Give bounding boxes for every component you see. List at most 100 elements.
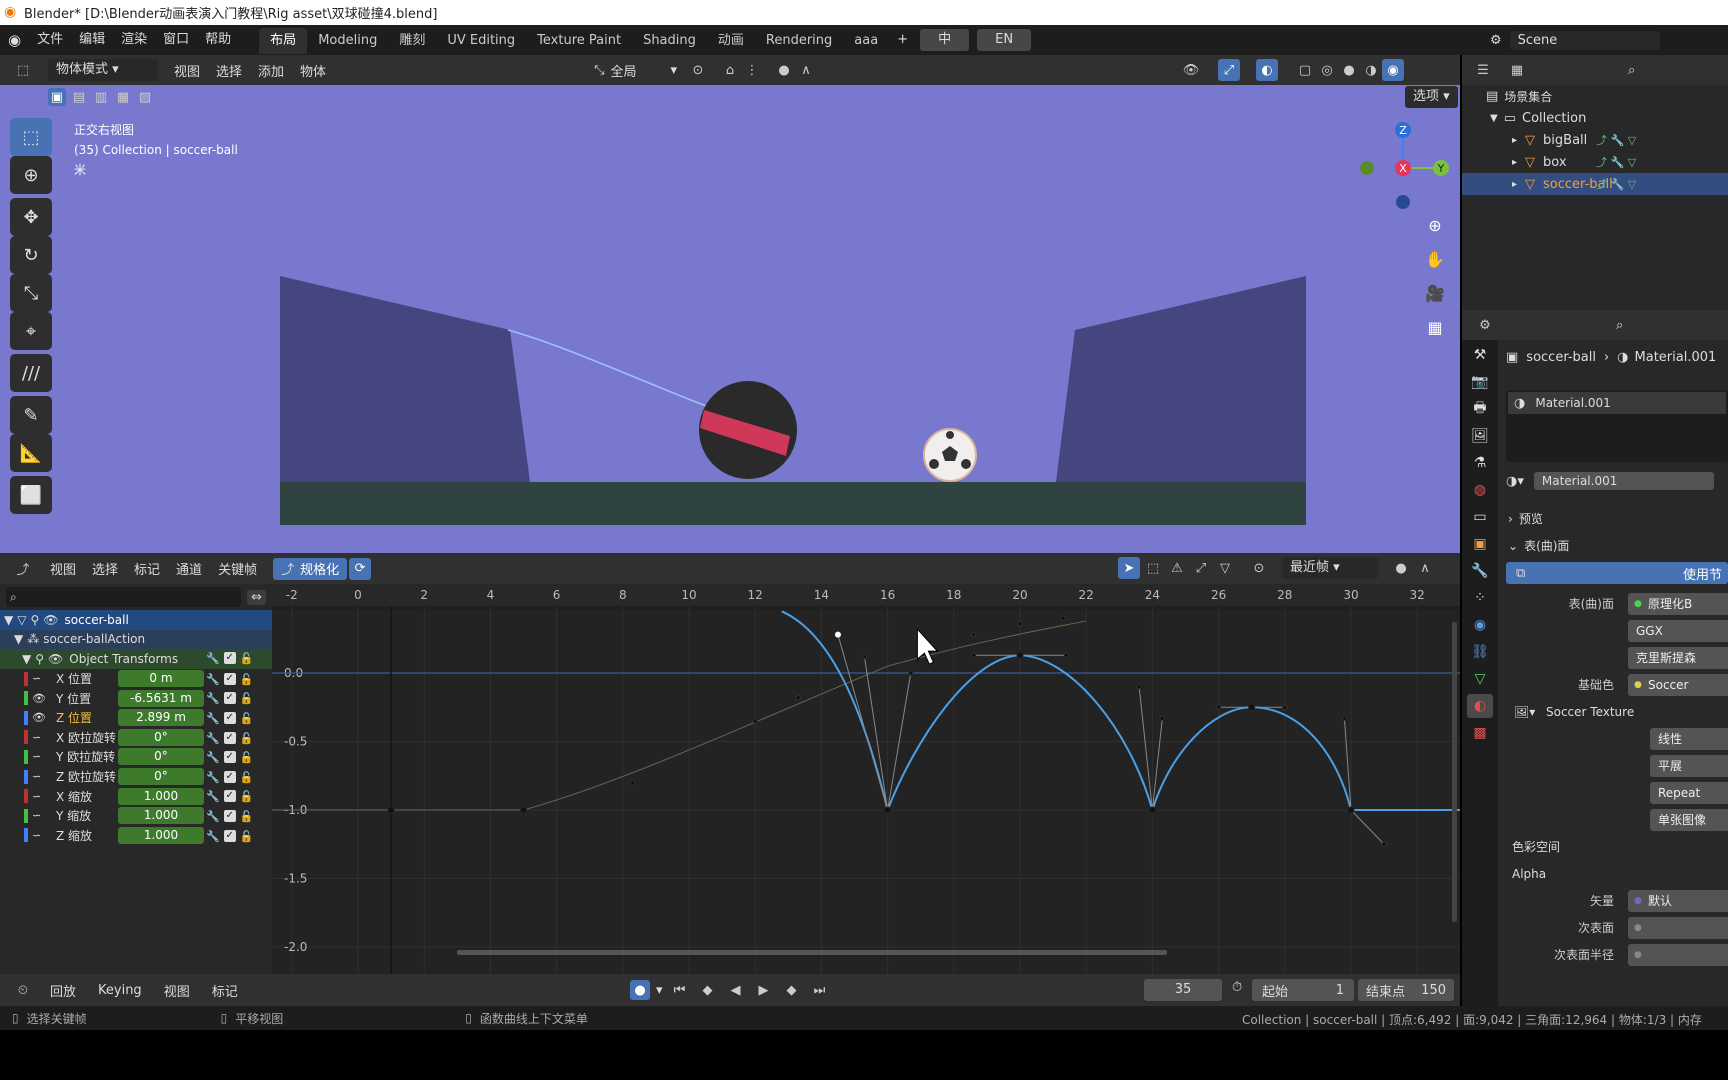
particles-tab-icon[interactable]: ⁘ <box>1467 586 1493 610</box>
texture-option-field[interactable]: 线性 <box>1650 727 1728 750</box>
outliner-collection[interactable]: ▼ ▭ Collection <box>1462 107 1728 129</box>
pin-icon[interactable]: ⚲ <box>35 652 44 666</box>
pivot-icon[interactable]: ⊙ <box>687 59 709 81</box>
keying-dropdown-icon[interactable]: ▾ <box>656 983 663 998</box>
material-slot[interactable]: ◑ Material.001 <box>1508 392 1726 414</box>
outliner-item[interactable]: ▸ ▽ box ⤴ 🔧 ▽ <box>1462 151 1728 173</box>
lock-icon[interactable]: 🔓 <box>240 732 254 745</box>
pin-icon[interactable]: ⚲ <box>30 613 39 627</box>
checkbox[interactable]: ✓ <box>223 672 236 685</box>
horizontal-scrollbar[interactable] <box>457 950 1167 955</box>
measure-tool-icon[interactable]: 📐 <box>10 434 52 472</box>
channel-value-field[interactable]: 1.000 <box>118 787 204 805</box>
workspace-tab[interactable]: 雕刻 <box>388 28 436 54</box>
material-slots[interactable]: ◑ Material.001 <box>1506 390 1728 462</box>
graph-editor-type-icon[interactable]: ⤴ <box>12 558 34 580</box>
channel-row[interactable]: ∽ Y 欧拉旋转 0° 🔧 ✓ 🔓 <box>0 747 272 767</box>
options-dropdown[interactable]: 选项 ▾ <box>1405 86 1458 108</box>
modifier-icon[interactable]: 🔧 <box>206 810 220 823</box>
pivot-point-icon[interactable]: ⊙ <box>1248 557 1270 579</box>
viewport-menu-item[interactable]: 选择 <box>208 61 250 80</box>
graph-menu-item[interactable]: 选择 <box>84 559 126 578</box>
language-button[interactable]: EN <box>977 29 1032 51</box>
play-icon[interactable]: ▶ <box>753 979 775 1001</box>
3d-viewport[interactable]: 正交右视图 (35) Collection | soccer-ball 米 ⬚ … <box>0 110 1460 553</box>
property-field[interactable]: ● Soccer <box>1628 673 1728 696</box>
lock-icon[interactable]: 🔓 <box>240 652 254 665</box>
modifier-icon[interactable]: 🔧 <box>206 673 220 686</box>
orientation-dropdown[interactable]: ⤡ 全局 ▾ <box>594 61 677 80</box>
surface-panel[interactable]: ⌄ 表(曲)面 <box>1508 537 1569 554</box>
add-cube-tool-icon[interactable]: ⬜ <box>10 476 52 514</box>
material-shading-icon[interactable]: ◑ <box>1360 59 1382 81</box>
modifier-tab-icon[interactable]: 🔧 <box>1467 559 1493 583</box>
modifier-icon[interactable]: 🔧 <box>206 732 220 745</box>
property-field[interactable]: ● <box>1628 943 1728 966</box>
rendered-shading-icon[interactable]: ◉ <box>1382 59 1404 81</box>
viewport-menu-item[interactable]: 视图 <box>166 61 208 80</box>
search-icon[interactable]: ⌕ <box>1616 318 1623 333</box>
eye-icon[interactable]: ∽ <box>32 829 41 842</box>
channel-search-input[interactable]: ⌕ <box>6 587 242 607</box>
eye-icon[interactable]: ∽ <box>32 790 41 803</box>
checkbox[interactable]: ✓ <box>223 751 236 764</box>
select-subtract-icon[interactable]: ▥ <box>92 88 110 106</box>
checkbox[interactable]: ✓ <box>223 692 236 705</box>
property-field[interactable]: 克里斯提森 <box>1628 646 1728 669</box>
next-key-icon[interactable]: ◆ <box>781 979 803 1001</box>
collection-tab-icon[interactable]: ▭ <box>1467 505 1493 529</box>
outliner-item[interactable]: ▸ ▽ bigBall ⤴ 🔧 ▽ <box>1462 129 1728 151</box>
texture-tab-icon[interactable]: ▩ <box>1467 721 1493 745</box>
material-tab-icon[interactable]: ◐ <box>1467 694 1493 718</box>
channel-group[interactable]: ▼ ⚲ 👁 Object Transforms 🔧 ✓ 🔓 <box>0 649 272 669</box>
lock-icon[interactable]: 🔓 <box>240 790 254 803</box>
render-tab-icon[interactable]: 📷 <box>1467 370 1493 394</box>
search-icon[interactable]: ⌕ <box>1628 63 1635 78</box>
timeline-menu-item[interactable]: 视图 <box>156 981 198 1000</box>
grid-view-icon[interactable]: ▦ <box>1420 312 1450 342</box>
output-tab-icon[interactable]: 🖶 <box>1467 397 1493 421</box>
jump-end-icon[interactable]: ⏭ <box>809 979 831 1001</box>
annotate-tool-icon[interactable]: /// <box>10 354 52 392</box>
checkbox[interactable]: ✓ <box>223 809 236 822</box>
texture-option-field[interactable]: Repeat <box>1650 781 1728 804</box>
transform-tool-icon[interactable]: ⌖ <box>10 312 52 350</box>
eye-icon[interactable]: ∽ <box>32 770 41 783</box>
mode-dropdown[interactable]: 物体模式 ▾ <box>48 59 158 81</box>
menu-item[interactable]: 渲染 <box>113 25 155 55</box>
snap-target-icon[interactable]: ⋮ <box>741 59 763 81</box>
channel-value-field[interactable]: 0 m <box>118 670 204 688</box>
current-frame-field[interactable]: 35 <box>1144 979 1222 1001</box>
normalize-view-icon[interactable]: ⤢ <box>1190 557 1212 579</box>
swap-icon[interactable]: ⇔ <box>247 589 266 605</box>
lock-icon[interactable]: 🔓 <box>240 692 254 705</box>
timeline-menu-item[interactable]: Keying <box>90 983 150 998</box>
view-layer-tab-icon[interactable]: 🖼 <box>1467 424 1493 448</box>
editor-type-icon[interactable]: ⬚ <box>12 59 34 81</box>
graph-menu-item[interactable]: 关键帧 <box>210 559 265 578</box>
graph-menu-item[interactable]: 通道 <box>168 559 210 578</box>
snap-icon[interactable]: ⌂ <box>719 59 741 81</box>
viewport-menu-item[interactable]: 添加 <box>250 61 292 80</box>
prev-key-icon[interactable]: ◆ <box>697 979 719 1001</box>
channel-row[interactable]: 👁 Y 位置 -6.5631 m 🔧 ✓ 🔓 <box>0 688 272 708</box>
display-mode-icon[interactable]: ▦ <box>1506 59 1528 81</box>
expand-icon[interactable]: ▼ <box>22 652 31 666</box>
cycle-icon[interactable]: ⟳ <box>349 557 372 580</box>
scene-tab-icon[interactable]: ⚗ <box>1467 451 1493 475</box>
workspace-tab[interactable]: 布局 <box>259 28 308 54</box>
eye-icon[interactable]: ∽ <box>32 672 41 685</box>
start-frame-field[interactable]: 起始 1 <box>1252 979 1354 1001</box>
draw-tool-icon[interactable]: ✎ <box>10 396 52 434</box>
timeline-menu-item[interactable]: 标记 <box>204 981 246 1000</box>
properties-type-icon[interactable]: ⚙ <box>1474 314 1496 336</box>
channel-action[interactable]: ▼ ⁂ soccer-ballAction <box>0 629 272 650</box>
channel-value-field[interactable]: 1.000 <box>118 826 204 844</box>
modifier-icon[interactable]: 🔧 <box>206 790 220 803</box>
modifier-icon[interactable]: 🔧 <box>206 751 220 764</box>
solid-shading-icon[interactable]: ● <box>1338 59 1360 81</box>
normalize-toggle[interactable]: ⤴ 规格化 <box>273 557 348 580</box>
cursor-tool-icon[interactable]: ⊕ <box>10 156 52 194</box>
lock-icon[interactable]: 🔓 <box>240 712 254 725</box>
workspace-tab[interactable]: 动画 <box>707 28 755 54</box>
